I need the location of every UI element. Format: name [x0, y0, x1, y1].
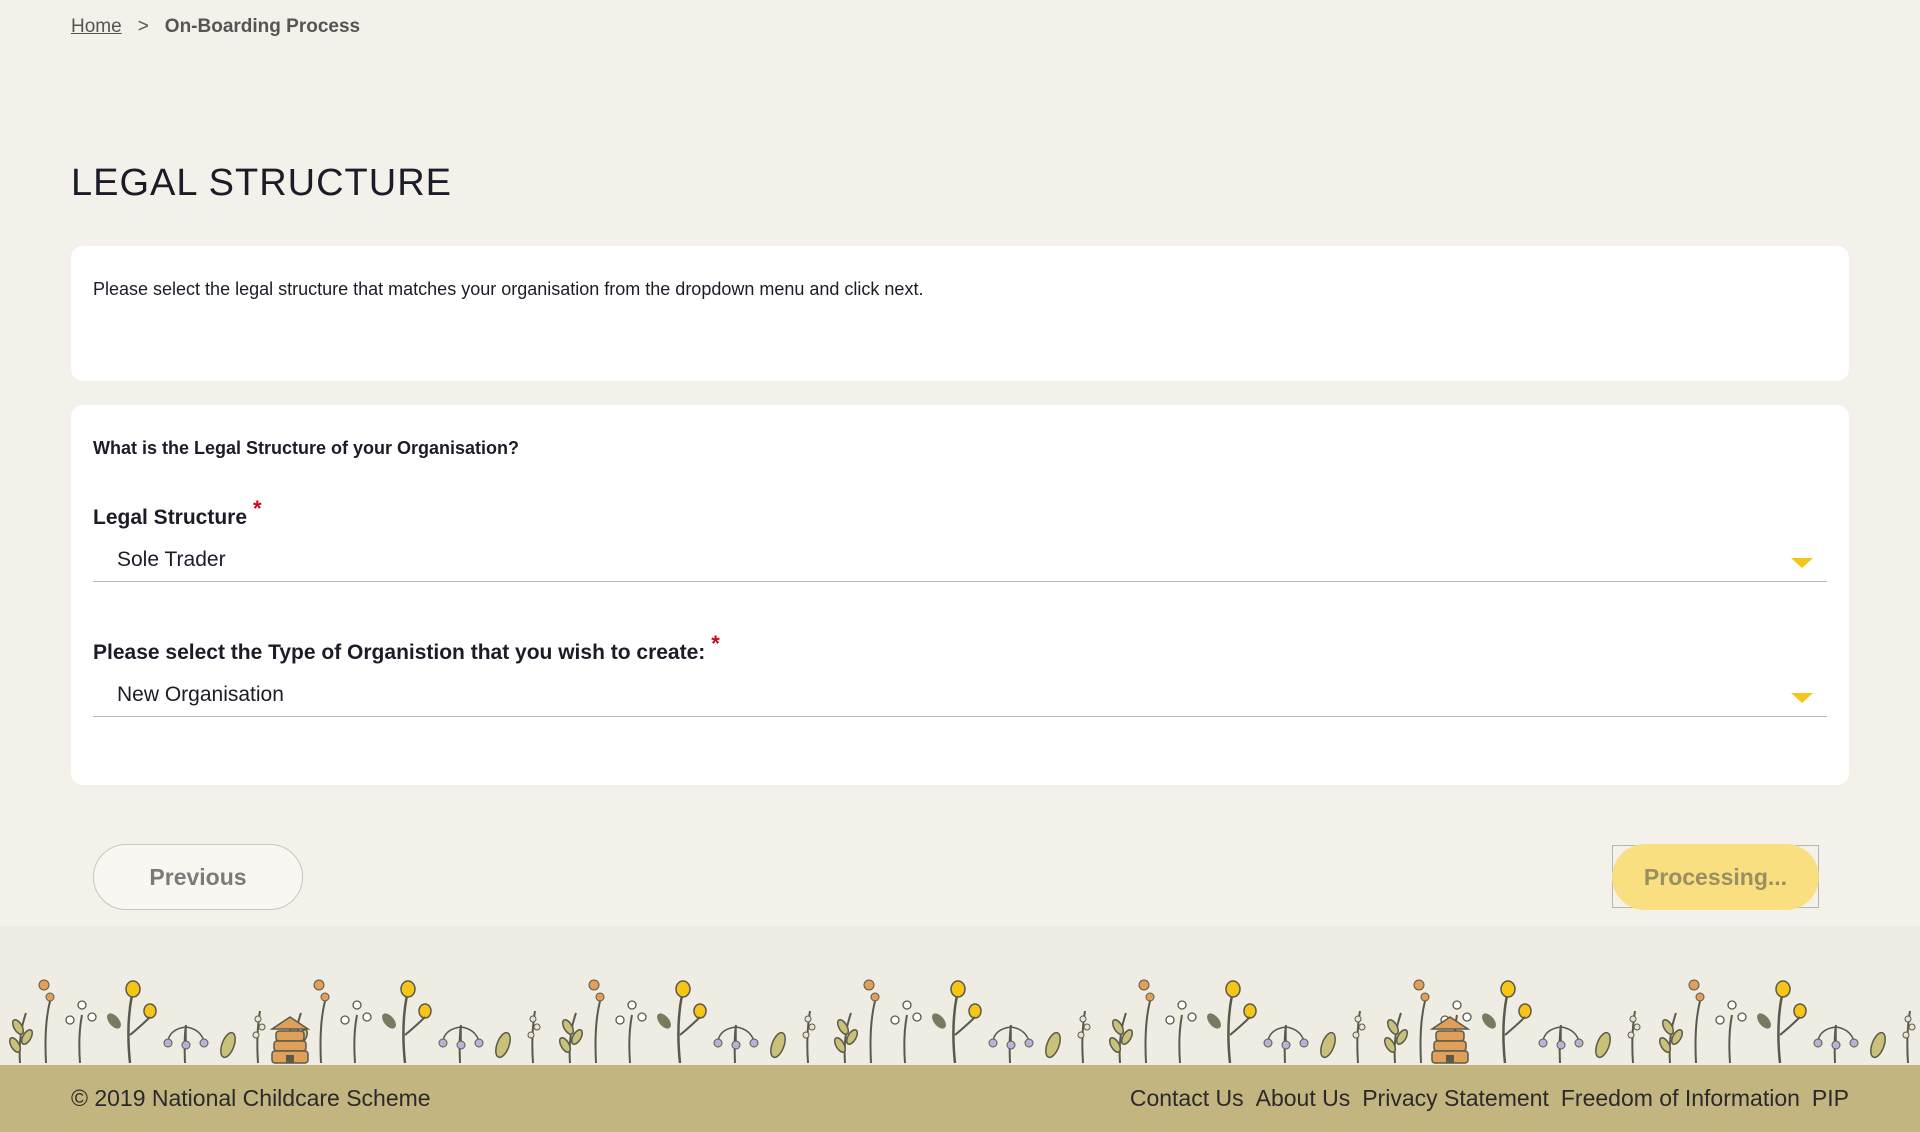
org-type-label: Please select the Type of Organistion th…	[93, 631, 720, 665]
required-asterisk: *	[253, 496, 262, 521]
legal-structure-select[interactable]: Sole Trader	[93, 540, 1827, 582]
legal-structure-label: Legal Structure *	[93, 496, 262, 530]
org-type-label-text: Please select the Type of Organistion th…	[93, 641, 706, 664]
copyright-text: © 2019 National Childcare Scheme	[71, 1085, 431, 1111]
form-question: What is the Legal Structure of your Orga…	[93, 438, 520, 458]
floral-decor-icon	[6, 978, 1917, 1065]
breadcrumb-current: On-Boarding Process	[164, 16, 361, 37]
caret-down-icon	[1791, 558, 1813, 568]
footer-link-contact-us[interactable]: Contact Us	[1130, 1085, 1244, 1112]
legal-structure-value: Sole Trader	[117, 548, 226, 571]
page-title: LEGAL STRUCTURE	[71, 162, 452, 204]
next-button[interactable]: Processing...	[1612, 844, 1819, 910]
breadcrumb-home-link[interactable]: Home	[71, 16, 122, 38]
breadcrumb: Home > On-Boarding Process	[71, 16, 360, 38]
intro-card: Please select the legal structure that m…	[71, 246, 1849, 381]
footer-link-freedom-of-information[interactable]: Freedom of Information	[1561, 1085, 1800, 1112]
org-type-select[interactable]: New Organisation	[93, 675, 1827, 717]
required-asterisk: *	[711, 631, 720, 656]
caret-down-icon	[1791, 693, 1813, 703]
site-footer: © 2019 National Childcare Scheme Contact…	[0, 1065, 1920, 1132]
footer-link-about-us[interactable]: About Us	[1256, 1085, 1351, 1112]
footer-link-privacy-statement[interactable]: Privacy Statement	[1362, 1085, 1549, 1112]
previous-button[interactable]: Previous	[93, 844, 303, 910]
footer-links: Contact Us About Us Privacy Statement Fr…	[1130, 1085, 1849, 1112]
floral-border-illustration	[0, 926, 1920, 1065]
footer-link-pip[interactable]: PIP	[1812, 1085, 1849, 1112]
legal-structure-label-text: Legal Structure	[93, 506, 248, 529]
intro-text: Please select the legal structure that m…	[93, 279, 924, 299]
breadcrumb-separator: >	[137, 16, 149, 37]
org-type-value: New Organisation	[117, 683, 284, 706]
legal-structure-form: What is the Legal Structure of your Orga…	[71, 405, 1849, 785]
